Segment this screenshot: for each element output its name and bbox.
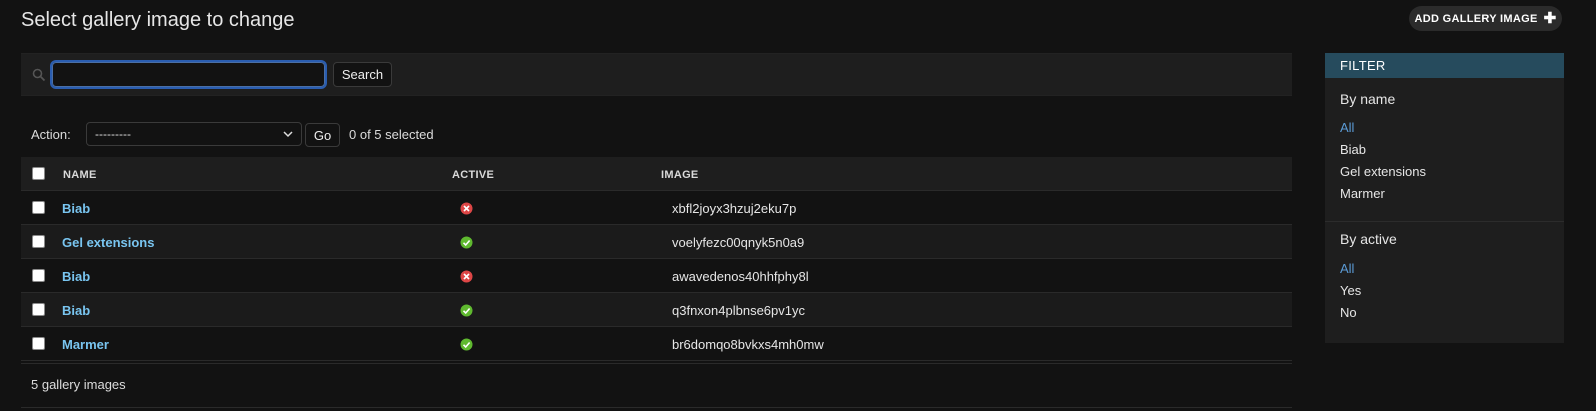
plus-icon: ✚ (1543, 10, 1557, 27)
filter-divider (1325, 221, 1564, 222)
page-title: Select gallery image to change (21, 9, 295, 31)
search-icon (32, 68, 46, 82)
filter-title-by-name: By name (1340, 91, 1396, 107)
column-header-name[interactable]: NAME (63, 169, 97, 181)
filter-name-biab[interactable]: Biab (1340, 142, 1366, 157)
search-button[interactable]: Search (333, 62, 392, 87)
row-image: voelyfezc00qnyk5n0a9 (672, 235, 805, 250)
filter-active-all[interactable]: All (1340, 261, 1354, 276)
filter-title-by-active: By active (1340, 231, 1397, 247)
table-row: Biab q3fnxon4plbnse6pv1yc (21, 293, 1292, 327)
chevron-down-icon (283, 131, 293, 138)
go-button[interactable]: Go (305, 123, 340, 147)
filter-header: FILTER (1325, 53, 1564, 78)
search-input[interactable] (50, 60, 327, 89)
row-checkbox[interactable] (32, 201, 45, 214)
add-button-label: ADD GALLERY IMAGE (1414, 12, 1538, 25)
add-gallery-image-button[interactable]: ADD GALLERY IMAGE ✚ (1409, 6, 1562, 31)
row-image: br6domqo8bvkxs4mh0mw (672, 337, 824, 352)
result-count: 5 gallery images (31, 377, 126, 392)
row-name-link[interactable]: Biab (62, 201, 90, 216)
table-row: Biab xbfl2joyx3hzuj2eku7p (21, 191, 1292, 225)
action-label: Action: (31, 127, 71, 142)
row-name-link[interactable]: Gel extensions (62, 235, 154, 250)
results-table: NAME ACTIVE IMAGE Biab xbfl2joyx3hzuj2ek… (21, 157, 1292, 361)
row-name-link[interactable]: Biab (62, 303, 90, 318)
row-image: xbfl2joyx3hzuj2eku7p (672, 201, 797, 216)
inactive-icon (460, 270, 473, 283)
filter-active-yes[interactable]: Yes (1340, 283, 1361, 298)
row-checkbox[interactable] (32, 337, 45, 350)
table-row: Biab awavedenos40hhfphy8l (21, 259, 1292, 293)
row-checkbox[interactable] (32, 235, 45, 248)
active-icon (460, 236, 473, 249)
table-row: Marmer br6domqo8bvkxs4mh0mw (21, 327, 1292, 361)
active-icon (460, 304, 473, 317)
filter-name-marmer[interactable]: Marmer (1340, 186, 1385, 201)
table-row: Gel extensions voelyfezc00qnyk5n0a9 (21, 225, 1292, 259)
action-selected-option: --------- (95, 127, 131, 141)
column-header-image[interactable]: IMAGE (661, 169, 699, 181)
select-all-checkbox[interactable] (32, 167, 45, 180)
active-icon (460, 338, 473, 351)
row-image: awavedenos40hhfphy8l (672, 269, 809, 284)
row-checkbox[interactable] (32, 269, 45, 282)
row-name-link[interactable]: Biab (62, 269, 90, 284)
search-toolbar: Search (21, 53, 1292, 96)
table-header: NAME ACTIVE IMAGE (21, 157, 1292, 191)
row-checkbox[interactable] (32, 303, 45, 316)
filter-name-all[interactable]: All (1340, 120, 1354, 135)
selected-count: 0 of 5 selected (349, 127, 434, 142)
column-header-active[interactable]: ACTIVE (452, 169, 494, 181)
actions-bar: Action: --------- Go 0 of 5 selected (21, 122, 621, 147)
filter-active-no[interactable]: No (1340, 305, 1357, 320)
action-select[interactable]: --------- (86, 122, 302, 146)
inactive-icon (460, 202, 473, 215)
row-name-link[interactable]: Marmer (62, 337, 109, 352)
filter-name-gel-extensions[interactable]: Gel extensions (1340, 164, 1426, 179)
row-image: q3fnxon4plbnse6pv1yc (672, 303, 805, 318)
filter-panel: FILTER By name All Biab Gel extensions M… (1325, 53, 1564, 343)
paginator: 5 gallery images (21, 363, 1292, 408)
